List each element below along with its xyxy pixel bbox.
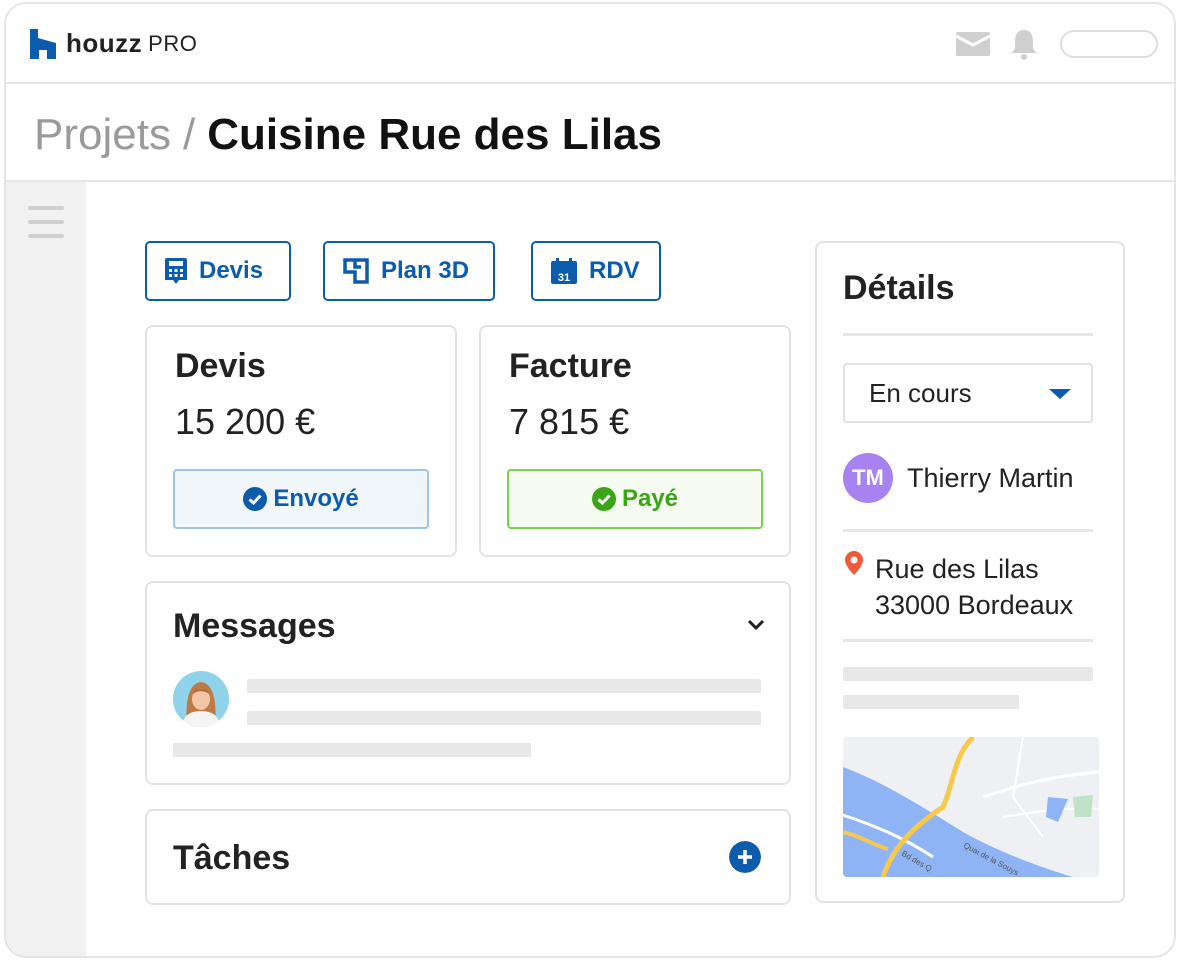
devis-card-title: Devis xyxy=(175,347,266,385)
details-title: Détails xyxy=(843,269,955,307)
sidebar xyxy=(6,182,86,956)
devis-status-label: Envoyé xyxy=(273,485,359,512)
brand-name: houzz xyxy=(66,28,143,58)
facture-status-badge[interactable]: Payé xyxy=(507,469,763,529)
details-placeholder-line xyxy=(843,667,1093,681)
details-card: Détails En cours TM Thierry Martin Rue d… xyxy=(815,241,1125,903)
check-circle-icon xyxy=(243,487,268,511)
facture-card-title: Facture xyxy=(509,347,632,385)
facture-amount: 7 815 € xyxy=(509,401,630,442)
breadcrumb-separator: / xyxy=(182,110,196,159)
bell-icon[interactable] xyxy=(1008,28,1040,60)
app-window: houzz PRO Projets / Cuisine Rue des Lilas xyxy=(4,2,1176,958)
divider xyxy=(843,333,1093,336)
message-placeholder-line xyxy=(247,679,761,693)
divider xyxy=(843,639,1093,642)
message-placeholder-line xyxy=(247,711,761,725)
calendar-icon: 31 xyxy=(551,258,577,284)
rdv-button[interactable]: 31 RDV xyxy=(531,241,661,301)
avatar xyxy=(173,671,229,727)
client-avatar: TM xyxy=(843,453,893,503)
devis-card: Devis 15 200 € Envoyé xyxy=(145,325,457,557)
details-placeholder-line xyxy=(843,695,1019,709)
status-select[interactable]: En cours xyxy=(843,363,1093,423)
taches-card: Tâches xyxy=(145,809,791,905)
messages-card: Messages xyxy=(145,581,791,785)
breadcrumb-bar: Projets / Cuisine Rue des Lilas xyxy=(6,84,1174,182)
chevron-down-icon[interactable] xyxy=(747,619,765,631)
facture-card: Facture 7 815 € Payé xyxy=(479,325,791,557)
caret-down-icon xyxy=(1049,389,1071,399)
page-title: Cuisine Rue des Lilas xyxy=(207,110,662,159)
devis-button-label: Devis xyxy=(199,257,264,284)
facture-status-label: Payé xyxy=(621,485,679,512)
devis-amount: 15 200 € xyxy=(175,401,316,442)
floorplan-icon xyxy=(343,258,369,284)
houzz-pro-logo[interactable]: houzz PRO xyxy=(30,28,197,59)
breadcrumb-projets-link[interactable]: Projets xyxy=(34,110,171,159)
add-task-button[interactable] xyxy=(729,841,761,873)
client-name[interactable]: Thierry Martin xyxy=(907,463,1074,494)
top-bar: houzz PRO xyxy=(6,4,1174,84)
client-address[interactable]: Rue des Lilas 33000 Bordeaux xyxy=(875,551,1073,623)
address-line-1: Rue des Lilas xyxy=(875,554,1039,584)
location-pin-icon xyxy=(845,551,863,575)
location-map[interactable]: Quai de la Souys Bd des Q xyxy=(843,737,1099,877)
plan-3d-button[interactable]: Plan 3D xyxy=(323,241,495,301)
taches-title: Tâches xyxy=(173,839,291,877)
devis-button[interactable]: Devis xyxy=(145,241,291,301)
mail-icon[interactable] xyxy=(956,32,990,56)
search-input[interactable] xyxy=(1060,30,1158,58)
breadcrumb: Projets / Cuisine Rue des Lilas xyxy=(34,110,662,160)
rdv-button-label: RDV xyxy=(589,257,640,284)
calculator-icon xyxy=(165,258,187,284)
message-placeholder-line xyxy=(173,743,531,757)
status-select-value: En cours xyxy=(869,377,972,408)
check-circle-icon xyxy=(591,487,616,511)
divider xyxy=(843,529,1093,532)
menu-icon[interactable] xyxy=(28,206,64,248)
messages-title: Messages xyxy=(173,607,336,645)
plan-3d-button-label: Plan 3D xyxy=(381,257,470,284)
brand-suffix: PRO xyxy=(148,30,198,56)
houzz-logo-icon xyxy=(30,28,56,59)
address-line-2: 33000 Bordeaux xyxy=(875,590,1074,620)
devis-status-badge[interactable]: Envoyé xyxy=(173,469,429,529)
calendar-icon-day: 31 xyxy=(558,272,570,284)
